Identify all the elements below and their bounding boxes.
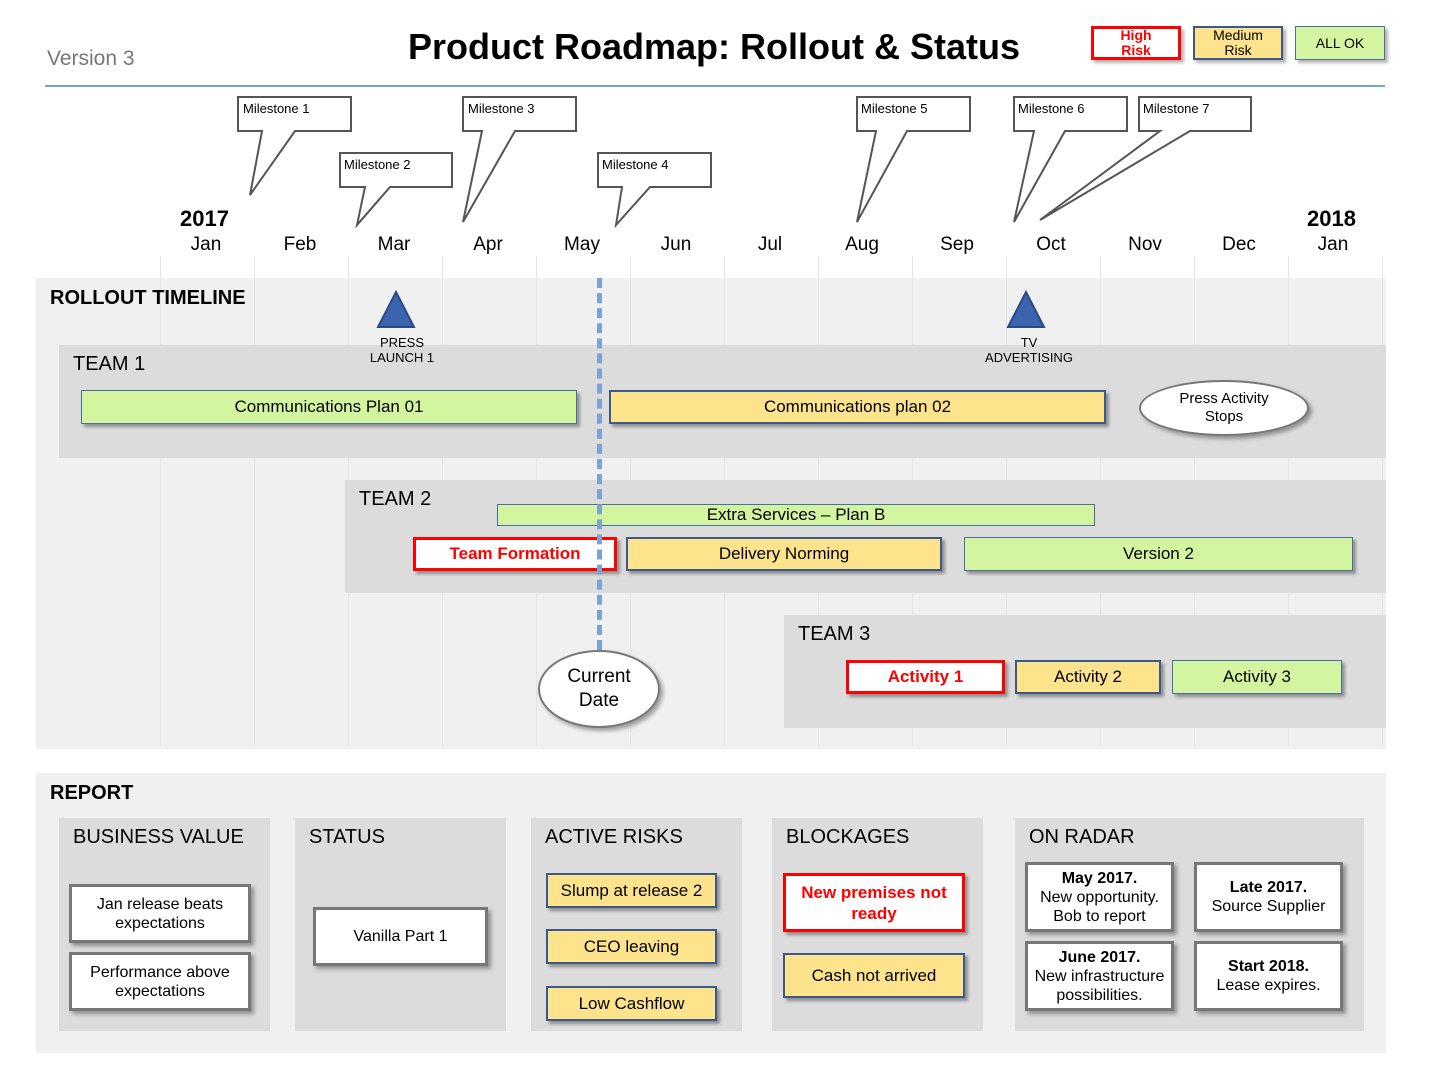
item-line: expectations — [115, 914, 205, 932]
month-label: Oct — [1036, 234, 1066, 255]
radar-item: Late 2017. Source Supplier — [1194, 862, 1343, 932]
rollout-title: ROLLOUT TIMELINE — [50, 287, 246, 309]
svg-text:Milestone 6: Milestone 6 — [1018, 101, 1084, 116]
team3-label: TEAM 3 — [798, 623, 871, 645]
radar-item: Start 2018. Lease expires. — [1194, 941, 1343, 1011]
item-line: possibilities. — [1056, 986, 1143, 1004]
month-label: Feb — [283, 234, 317, 255]
team2-bar-version-2[interactable]: Version 2 — [964, 537, 1353, 571]
press-launch-triangle-icon — [376, 290, 416, 328]
tv-advertising-triangle-icon — [1006, 290, 1046, 328]
item-line: New opportunity. — [1040, 888, 1159, 906]
item-line: expectations — [115, 982, 205, 1000]
item-head: June 2017. — [1058, 948, 1141, 966]
blockage-item: New premises not ready — [783, 873, 965, 932]
blockages-label: BLOCKAGES — [786, 826, 910, 848]
marker-line: ADVERTISING — [985, 350, 1073, 365]
item-line: Lease expires. — [1216, 977, 1321, 994]
marker-line: PRESS — [379, 335, 425, 350]
status-item: Vanilla Part 1 — [313, 907, 488, 966]
milestone-6: Milestone 6 — [1013, 96, 1128, 223]
risk-item: CEO leaving — [546, 929, 717, 964]
svg-text:Milestone 7: Milestone 7 — [1143, 101, 1209, 116]
status-label: STATUS — [309, 826, 385, 848]
svg-text:Milestone 5: Milestone 5 — [861, 101, 927, 116]
item-head: Late 2017. — [1229, 879, 1308, 896]
item-line: Source Supplier — [1211, 898, 1326, 915]
svg-text:Milestone 3: Milestone 3 — [468, 101, 534, 116]
month-label: Jun — [660, 234, 692, 255]
team2-bar-delivery-norming[interactable]: Delivery Norming — [626, 537, 942, 571]
risk-item: Low Cashflow — [546, 986, 717, 1021]
press-launch-label: PRESS LAUNCH 1 — [352, 335, 452, 365]
current-date-line — [597, 278, 602, 650]
month-label: Jul — [757, 234, 783, 255]
active-risks-label: ACTIVE RISKS — [545, 826, 683, 848]
business-value-label: BUSINESS VALUE — [73, 826, 244, 848]
month-label: Jan — [1317, 234, 1349, 255]
press-activity-stops-note: Press Activity Stops — [1139, 380, 1309, 436]
note-line: Press Activity — [1179, 390, 1269, 407]
current-date-line1: Current — [567, 666, 631, 687]
team2-bar-team-formation[interactable]: Team Formation — [413, 537, 617, 571]
team2-label: TEAM 2 — [359, 488, 432, 510]
team3-bar-activity-2[interactable]: Activity 2 — [1015, 660, 1161, 694]
milestone-3: Milestone 3 — [462, 96, 577, 223]
year-start: 2017 — [180, 206, 229, 231]
milestones: Milestone 1 Milestone 2 Milestone 3 Mile… — [237, 96, 1252, 229]
item-line: Performance above — [90, 963, 230, 981]
month-label: Apr — [473, 234, 503, 255]
current-date-line2: Date — [578, 690, 620, 711]
item-head: May 2017. — [1061, 869, 1138, 887]
on-radar-label: ON RADAR — [1029, 826, 1135, 848]
milestone-1: Milestone 1 — [237, 96, 352, 196]
team3-bar-activity-3[interactable]: Activity 3 — [1172, 660, 1342, 694]
month-label: Aug — [845, 234, 879, 255]
marker-line: LAUNCH 1 — [369, 350, 435, 365]
team1-bar-comm-plan-02[interactable]: Communications plan 02 — [609, 390, 1106, 424]
item-line: ready — [851, 903, 897, 923]
month-label: Mar — [377, 234, 411, 255]
svg-text:Milestone 1: Milestone 1 — [243, 101, 309, 116]
business-value-item: Performance above expectations — [69, 952, 251, 1011]
month-label: Jan — [190, 234, 222, 255]
marker-line: TV — [1020, 335, 1038, 350]
team3-bar-activity-1[interactable]: Activity 1 — [846, 660, 1005, 694]
tv-advertising-label: TV ADVERTISING — [969, 335, 1089, 365]
month-gridline — [160, 256, 161, 746]
blockage-item: Cash not arrived — [783, 953, 965, 998]
milestone-2: Milestone 2 — [339, 152, 453, 229]
month-label: May — [564, 234, 600, 255]
team1-bar-comm-plan-01[interactable]: Communications Plan 01 — [81, 390, 577, 424]
item-line: Jan release beats — [96, 895, 224, 913]
risk-item: Slump at release 2 — [546, 873, 717, 908]
item-head: Start 2018. — [1228, 958, 1309, 975]
note-line: Stops — [1204, 408, 1244, 425]
year-end: 2018 — [1307, 206, 1356, 231]
report-title: REPORT — [50, 782, 134, 804]
svg-text:Milestone 2: Milestone 2 — [344, 157, 410, 172]
team1-label: TEAM 1 — [73, 353, 146, 375]
milestone-4: Milestone 4 — [597, 152, 712, 229]
radar-item: June 2017. New infrastructure possibilitie… — [1025, 941, 1174, 1011]
team2-bar-extra-services[interactable]: Extra Services – Plan B — [497, 504, 1095, 526]
business-value-item: Jan release beats expectations — [69, 884, 251, 943]
item-line: Bob to report — [1053, 907, 1146, 925]
radar-item: May 2017. New opportunity. Bob to report — [1025, 862, 1174, 932]
milestone-5: Milestone 5 — [856, 96, 971, 223]
item-line: New premises not — [801, 882, 947, 902]
month-gridline — [254, 256, 255, 746]
svg-text:Milestone 4: Milestone 4 — [602, 157, 668, 172]
month-label: Dec — [1222, 234, 1256, 255]
current-date-bubble: Current Date — [538, 650, 660, 728]
month-label: Sep — [940, 234, 974, 255]
item-line: New infrastructure — [1034, 967, 1165, 985]
month-label: Nov — [1128, 234, 1162, 255]
